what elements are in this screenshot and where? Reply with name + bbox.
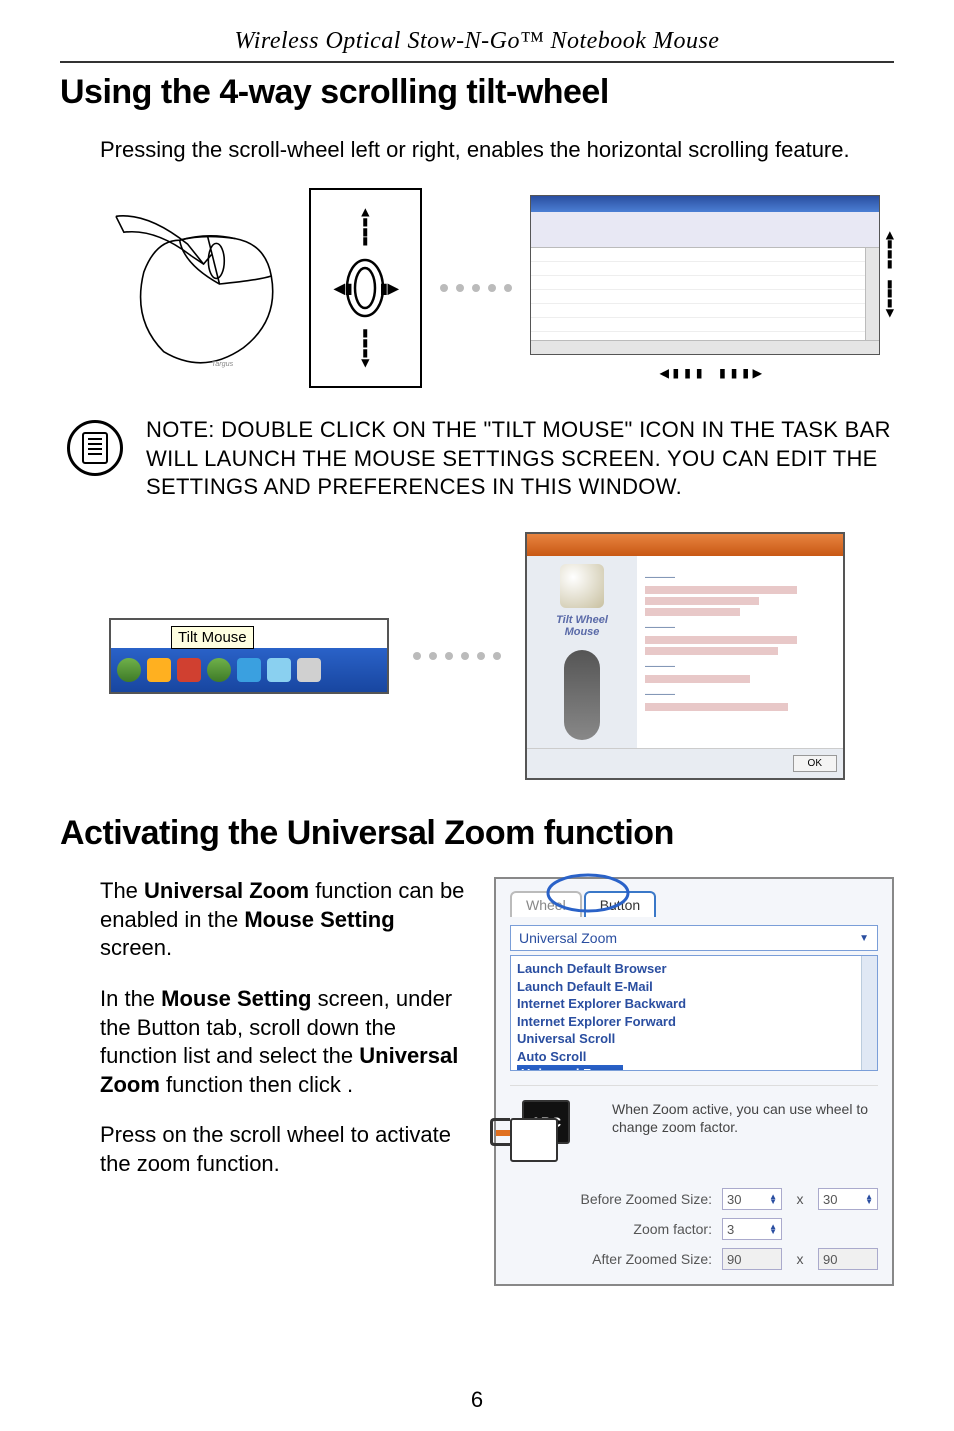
note-block: NOTE: DOUBLE CLICK ON THE "TILT MOUSE" I… bbox=[60, 416, 894, 502]
v: 90 bbox=[727, 1252, 741, 1267]
mouse-setting-dialog: Wheel Button Universal Zoom ▼ Launch Def… bbox=[494, 877, 894, 1286]
tray-icon-generic bbox=[177, 658, 201, 682]
connector-dots-2 bbox=[413, 652, 501, 660]
function-combo[interactable]: Universal Zoom ▼ bbox=[510, 925, 878, 951]
after-h-value: 90 bbox=[818, 1248, 878, 1270]
spreadsheet-wrap: ▲▮▮▮▮▮▮▼ ◀▮▮▮ ▮▮▮▶ bbox=[530, 195, 894, 382]
zoom-fields: Before Zoomed Size: 30▲▼ x 30▲▼ Zoom fac… bbox=[510, 1188, 878, 1270]
list-item[interactable]: Internet Explorer Forward bbox=[517, 1013, 871, 1031]
connector-dots-1 bbox=[440, 284, 512, 292]
v: 30 bbox=[823, 1192, 837, 1207]
list-item-selected[interactable]: Universal Zoom bbox=[517, 1065, 623, 1071]
section1-title: Using the 4-way scrolling tilt-wheel bbox=[60, 73, 894, 112]
tilt-wheel-panel: ▲▮▮▮ ◀▮ ▮▶ ▮▮▮▼ bbox=[309, 188, 421, 388]
tray-icon-generic bbox=[267, 658, 291, 682]
zoom-factor-spin[interactable]: 3▲▼ bbox=[722, 1218, 782, 1240]
settings-right-panel: ――― ――― ――― ――― bbox=[637, 556, 843, 748]
tray-icon-generic bbox=[297, 658, 321, 682]
wheel-icon: ◀▮ ▮▶ bbox=[330, 253, 400, 323]
tray-tooltip: Tilt Mouse bbox=[171, 626, 254, 649]
down-ticks: ▮▮▮▼ bbox=[361, 329, 369, 368]
after-w-value: 90 bbox=[722, 1248, 782, 1270]
tray-icon-tilt-mouse bbox=[117, 658, 141, 682]
abc-card-front bbox=[510, 1118, 558, 1162]
abc-stack-icon: ABC bbox=[510, 1100, 574, 1164]
settings-mouse-thumb bbox=[564, 650, 600, 740]
section2-title: Activating the Universal Zoom function bbox=[60, 814, 894, 853]
tray-icon-generic bbox=[147, 658, 171, 682]
settings-left-label2: Mouse bbox=[565, 626, 600, 638]
tray-settings-row: Tilt Mouse Tilt Wheel bbox=[60, 532, 894, 780]
combo-value: Universal Zoom bbox=[519, 930, 617, 946]
svg-text:◀▮: ◀▮ bbox=[333, 280, 352, 296]
up-ticks: ▲▮▮▮ bbox=[361, 208, 369, 247]
settings-thumb bbox=[560, 564, 604, 608]
settings-left-label1: Tilt Wheel bbox=[556, 614, 608, 626]
note-text: NOTE: DOUBLE CLICK ON THE "TILT MOUSE" I… bbox=[146, 416, 894, 502]
settings-ok-button: OK bbox=[793, 755, 837, 772]
horizontal-ticks: ◀▮▮▮ ▮▮▮▶ bbox=[659, 363, 764, 382]
listbox-scrollbar[interactable] bbox=[861, 956, 877, 1070]
illustration-row: Targus ▲▮▮▮ ◀▮ ▮▶ ▮▮▮▼ bbox=[100, 188, 894, 388]
t: Mouse Setting bbox=[244, 907, 394, 932]
svg-text:Targus: Targus bbox=[212, 360, 234, 368]
t: In the bbox=[100, 986, 161, 1011]
label-after: After Zoomed Size: bbox=[510, 1251, 712, 1267]
section1-body: Pressing the scroll-wheel left or right,… bbox=[100, 136, 884, 164]
side-vertical-ticks: ▲▮▮▮▮▮▮▼ bbox=[886, 231, 894, 319]
svg-text:▮▶: ▮▶ bbox=[380, 280, 400, 296]
list-item[interactable]: Internet Explorer Backward bbox=[517, 995, 871, 1013]
t: Mouse Setting bbox=[161, 986, 311, 1011]
zoom-preview-row: ABC When Zoom active, you can use wheel … bbox=[510, 1085, 878, 1170]
function-listbox[interactable]: Launch Default Browser Launch Default E-… bbox=[510, 955, 878, 1071]
section2-text: The Universal Zoom function can be enabl… bbox=[60, 877, 470, 1200]
header-rule bbox=[60, 61, 894, 63]
lower-columns: The Universal Zoom function can be enabl… bbox=[60, 877, 894, 1286]
chevron-down-icon: ▼ bbox=[859, 933, 869, 944]
doc-header: Wireless Optical Stow-N-Go™ Notebook Mou… bbox=[60, 28, 894, 55]
zoom-preview-text: When Zoom active, you can use wheel to c… bbox=[612, 1100, 878, 1136]
mouse-illustration: Targus bbox=[100, 188, 291, 388]
t: function then click . bbox=[160, 1072, 353, 1097]
list-item[interactable]: Launch Default E-Mail bbox=[517, 978, 871, 996]
list-item[interactable]: Launch Default Browser bbox=[517, 960, 871, 978]
tray-icon-generic bbox=[207, 658, 231, 682]
list-item[interactable]: Auto Scroll bbox=[517, 1048, 871, 1066]
v: 90 bbox=[823, 1252, 837, 1267]
x-sep: x bbox=[792, 1191, 808, 1207]
t: Universal Zoom bbox=[144, 878, 309, 903]
settings-screenshot: Tilt Wheel Mouse ――― ――― ――― ――― OK bbox=[525, 532, 845, 780]
button-tab-highlight-oval bbox=[546, 873, 630, 913]
t: The bbox=[100, 878, 144, 903]
label-zoom: Zoom factor: bbox=[510, 1221, 712, 1237]
list-item[interactable]: Universal Scroll bbox=[517, 1030, 871, 1048]
v: 3 bbox=[727, 1222, 734, 1237]
label-before: Before Zoomed Size: bbox=[510, 1191, 712, 1207]
t: screen. bbox=[100, 935, 172, 960]
taskbar bbox=[111, 648, 387, 692]
before-h-spin[interactable]: 30▲▼ bbox=[818, 1188, 878, 1210]
x-sep: x bbox=[792, 1251, 808, 1267]
taskbar-screenshot: Tilt Mouse bbox=[109, 618, 389, 694]
page-number: 6 bbox=[0, 1387, 954, 1413]
before-w-spin[interactable]: 30▲▼ bbox=[722, 1188, 782, 1210]
spreadsheet-screenshot bbox=[530, 195, 880, 355]
note-icon bbox=[67, 420, 123, 476]
v: 30 bbox=[727, 1192, 741, 1207]
tray-icon-bluetooth bbox=[237, 658, 261, 682]
t: Press on the scroll wheel to activate th… bbox=[100, 1121, 470, 1178]
